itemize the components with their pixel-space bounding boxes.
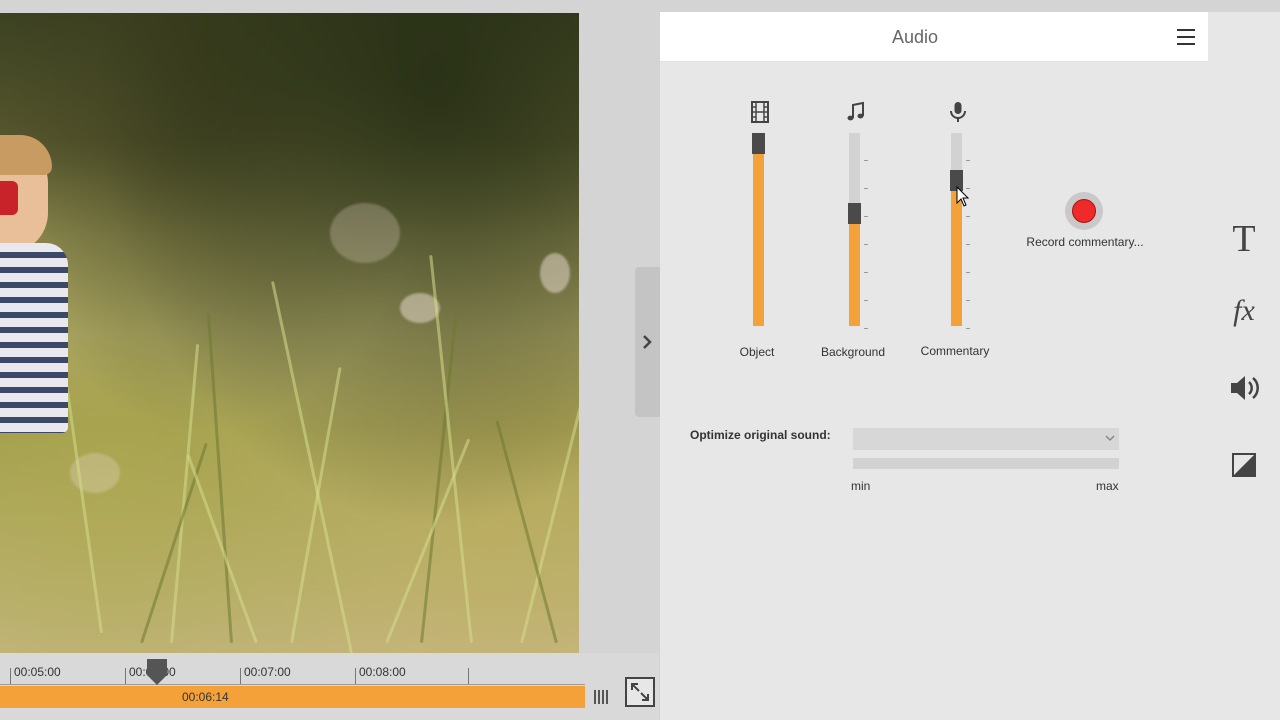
panel-title: Audio <box>891 27 939 47</box>
mixer-channel-commentary: Commentary <box>910 100 1000 360</box>
timeline-position-bar[interactable]: 00:06:14 <box>0 686 585 708</box>
timeline[interactable]: 00:05:00 00:06:00 00:07:00 00:08:00 00:0… <box>0 653 659 720</box>
timeline-tick-label: 00:08:00 <box>359 665 406 679</box>
color-correction-button[interactable] <box>1208 434 1280 494</box>
video-preview <box>0 13 579 653</box>
effects-fx-icon: fx <box>1233 294 1255 327</box>
channel-label: Background <box>820 345 886 359</box>
text-tool-icon: T <box>1232 221 1255 257</box>
svg-text:T: T <box>1232 221 1255 257</box>
timeline-grip-handle[interactable] <box>590 686 612 708</box>
effects-button[interactable]: fx <box>1208 280 1280 340</box>
audio-panel: Audio Object Background Commentary Recor… <box>660 12 1208 720</box>
slider-scale-marks <box>966 133 970 329</box>
panel-header: Audio <box>660 12 1208 62</box>
slider-knob[interactable] <box>848 203 861 224</box>
music-note-icon <box>847 101 864 121</box>
timeline-tick-label: 00:07:00 <box>244 665 291 679</box>
mixer-channel-object: Object <box>712 100 802 360</box>
current-time: 00:06:14 <box>182 690 229 704</box>
audio-speaker-icon <box>1231 376 1259 400</box>
chevron-down-icon <box>1105 435 1115 442</box>
optimize-sound-label: Optimize original sound: <box>690 428 831 442</box>
record-commentary-label[interactable]: Record commentary... <box>1015 235 1155 249</box>
mouse-cursor-icon <box>956 186 970 207</box>
text-tool-button[interactable]: T <box>1208 209 1280 269</box>
hamburger-menu-icon[interactable] <box>1176 27 1196 47</box>
slider-max-label: max <box>1096 479 1119 493</box>
slider-scale-marks <box>864 133 868 329</box>
svg-text:fx: fx <box>1233 294 1255 327</box>
audio-button[interactable] <box>1208 358 1280 418</box>
timeline-tick-label: 00:05:00 <box>14 665 61 679</box>
mixer-channel-background: Background <box>808 100 898 360</box>
color-correction-icon <box>1232 453 1256 477</box>
channel-label: Object <box>739 345 775 359</box>
slider-min-label: min <box>851 479 871 493</box>
active-tool-indicator <box>1208 378 1218 398</box>
volume-slider-background[interactable] <box>848 133 861 326</box>
record-commentary-button[interactable] <box>1065 192 1103 230</box>
channel-label: Commentary <box>920 344 990 358</box>
child-figure <box>0 133 72 433</box>
film-strip-icon <box>751 101 769 123</box>
optimize-strength-slider[interactable] <box>853 458 1119 469</box>
tool-sidebar: T fx <box>1208 12 1280 720</box>
playhead-handle[interactable] <box>147 659 167 685</box>
timeline-ruler[interactable]: 00:05:00 00:06:00 00:07:00 00:08:00 <box>0 653 585 685</box>
chevron-right-icon <box>643 335 652 349</box>
fullscreen-button[interactable] <box>625 677 655 707</box>
fullscreen-icon <box>631 683 649 701</box>
microphone-icon <box>950 102 966 122</box>
collapse-panel-button[interactable] <box>635 267 660 417</box>
volume-slider-commentary[interactable] <box>950 133 963 326</box>
slider-knob[interactable] <box>752 133 765 154</box>
volume-slider-object[interactable] <box>752 133 765 326</box>
optimize-sound-select[interactable] <box>853 428 1119 450</box>
